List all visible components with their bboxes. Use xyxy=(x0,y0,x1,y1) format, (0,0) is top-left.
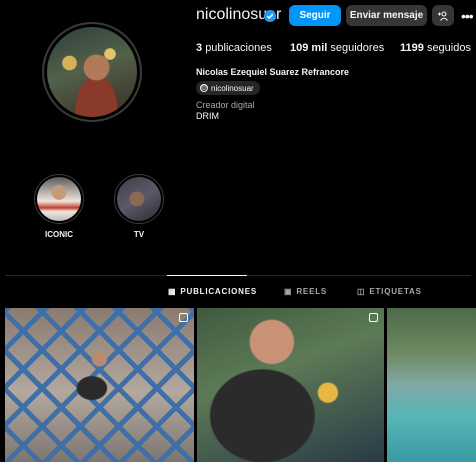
posts-count: 3 xyxy=(196,42,203,54)
highlight-ring xyxy=(34,174,84,224)
active-tab-indicator xyxy=(167,275,247,276)
profile-category: Creador digital xyxy=(196,100,255,110)
carousel-icon xyxy=(369,313,378,322)
tab-tagged[interactable]: ◫ ETIQUETAS xyxy=(357,287,422,296)
stat-followers[interactable]: 109 mil seguidores xyxy=(290,42,384,54)
highlight-iconic[interactable]: ICONIC xyxy=(34,174,84,239)
highlight-ring xyxy=(114,174,164,224)
highlight-label: TV xyxy=(133,230,145,239)
post-thumbnail[interactable] xyxy=(387,308,476,462)
carousel-icon xyxy=(179,313,188,322)
profile-full-name: Nicolas Ezequiel Suarez Refrancore xyxy=(196,67,350,77)
following-count: 1199 xyxy=(400,42,424,54)
highlight-cover xyxy=(37,177,81,221)
verified-badge-icon xyxy=(264,10,276,22)
tab-label: PUBLICACIONES xyxy=(180,287,257,296)
reels-icon: ▣ xyxy=(284,287,293,296)
threads-handle: nicolinosuar xyxy=(211,83,254,93)
threads-link[interactable]: @ nicolinosuar xyxy=(196,81,260,95)
follow-button[interactable]: Seguir xyxy=(289,5,341,26)
send-message-button[interactable]: Enviar mensaje xyxy=(346,5,427,26)
post-thumbnail[interactable] xyxy=(197,308,384,462)
highlight-tv[interactable]: TV xyxy=(114,174,164,239)
followers-label: seguidores xyxy=(330,42,385,54)
posts-label: publicaciones xyxy=(205,42,272,54)
grid-icon: ▦ xyxy=(168,287,177,296)
following-label: seguidos xyxy=(426,42,471,54)
add-user-icon xyxy=(438,10,448,21)
highlight-label: ICONIC xyxy=(45,230,73,239)
profile-avatar[interactable] xyxy=(47,27,137,117)
tag-icon: ◫ xyxy=(357,287,366,296)
threads-icon: @ xyxy=(200,84,208,92)
post-thumbnail[interactable] xyxy=(5,308,194,462)
tab-label: ETIQUETAS xyxy=(369,287,422,296)
stat-posts[interactable]: 3 publicaciones xyxy=(196,42,272,54)
profile-avatar-ring[interactable] xyxy=(42,22,142,122)
highlight-cover xyxy=(117,177,161,221)
add-user-button[interactable] xyxy=(432,5,454,26)
tab-posts[interactable]: ▦ PUBLICACIONES xyxy=(168,287,257,296)
profile-bio: DRIM xyxy=(196,111,219,121)
more-options-icon[interactable]: ••• xyxy=(461,8,474,24)
tab-label: REELS xyxy=(296,287,328,296)
stat-following[interactable]: 1199 seguidos xyxy=(400,42,471,54)
followers-count: 109 mil xyxy=(290,42,328,54)
tab-reels[interactable]: ▣ REELS xyxy=(284,287,327,296)
